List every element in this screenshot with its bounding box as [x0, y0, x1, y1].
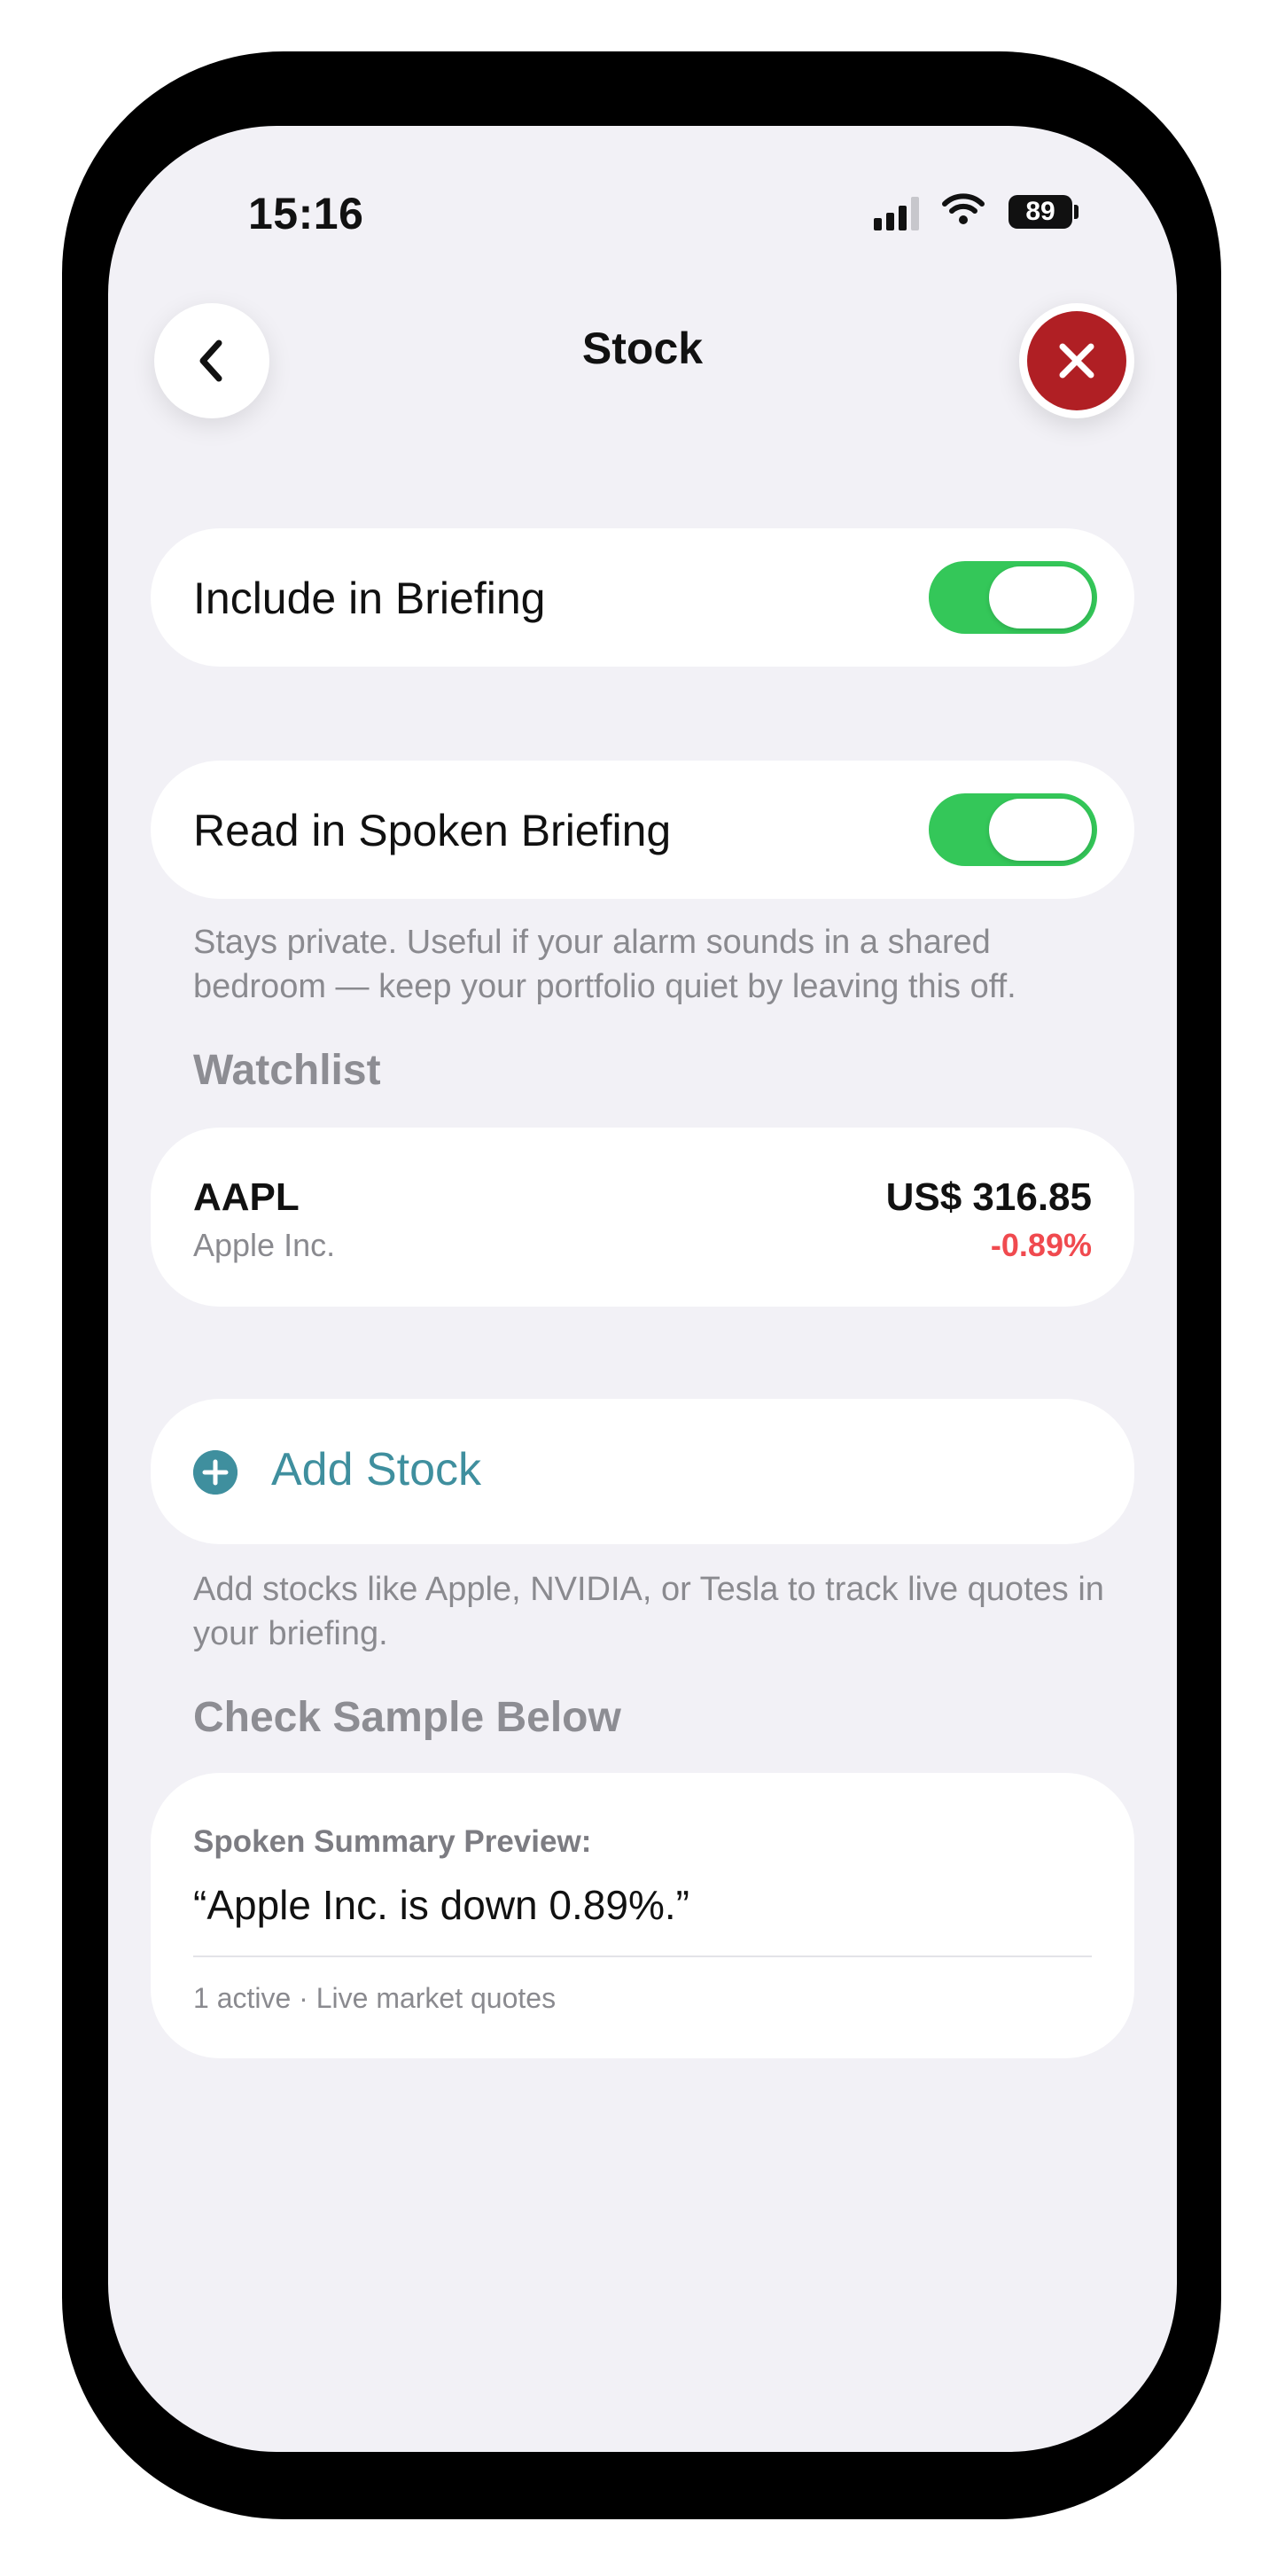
add-stock-label: Add Stock	[271, 1444, 482, 1495]
wifi-icon	[942, 193, 985, 224]
divider	[193, 1955, 1092, 1957]
read-in-spoken-briefing-toggle[interactable]	[929, 793, 1097, 866]
stock-change: -0.89%	[990, 1227, 1092, 1263]
battery-tip	[1074, 205, 1079, 219]
sample-header: Check Sample Below	[193, 1694, 621, 1741]
toggle-knob	[989, 566, 1092, 628]
watchlist-header: Watchlist	[193, 1047, 381, 1094]
spoken-summary-preview-card: Spoken Summary Preview: “Apple Inc. is d…	[151, 1773, 1134, 2058]
page-title: Stock	[581, 324, 704, 373]
add-stock-button[interactable]: Add Stock	[151, 1399, 1134, 1544]
read-in-spoken-briefing-row: Read in Spoken Briefing	[151, 761, 1134, 899]
cellular-signal-icon	[874, 195, 927, 230]
preview-text: “Apple Inc. is down 0.89%.”	[193, 1882, 689, 1928]
close-button[interactable]	[1019, 303, 1134, 418]
add-stock-footnote: Add stocks like Apple, NVIDIA, or Tesla …	[193, 1571, 1104, 1652]
read-in-spoken-briefing-label: Read in Spoken Briefing	[193, 806, 672, 855]
include-in-briefing-label: Include in Briefing	[193, 574, 546, 623]
stock-company-name: Apple Inc.	[193, 1227, 336, 1263]
app-screen: 15:16 89 Stock Include in Briefing Read …	[108, 126, 1177, 2452]
battery-indicator: 89	[1009, 195, 1072, 229]
include-in-briefing-row: Include in Briefing	[151, 528, 1134, 667]
status-time: 15:16	[248, 189, 364, 238]
preview-label: Spoken Summary Preview:	[193, 1824, 592, 1859]
spoken-briefing-footnote: Stays private. Useful if your alarm soun…	[193, 924, 1016, 1005]
close-button-fill	[1027, 311, 1126, 410]
toggle-knob	[989, 799, 1092, 861]
close-icon	[1059, 343, 1094, 379]
plus-circle-icon	[193, 1450, 238, 1495]
preview-meta: 1 active · Live market quotes	[193, 1982, 557, 2014]
watchlist-item[interactable]: AAPL Apple Inc. US$ 316.85 -0.89%	[151, 1128, 1134, 1307]
stock-price: US$ 316.85	[885, 1175, 1092, 1219]
include-in-briefing-toggle[interactable]	[929, 561, 1097, 634]
stock-ticker: AAPL	[193, 1175, 300, 1219]
